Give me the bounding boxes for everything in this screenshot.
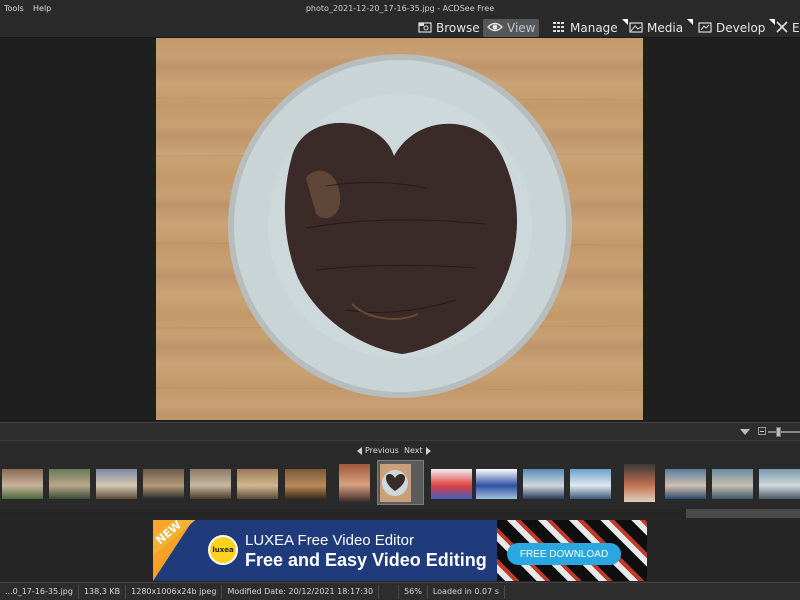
title-bar: Tools Help photo_2021-12-20_17-16-35.jpg… (0, 0, 800, 18)
zoom-slider-track[interactable] (768, 431, 800, 433)
filmstrip-thumbnail[interactable] (190, 469, 231, 499)
filmstrip-thumbnail[interactable] (624, 464, 655, 502)
window-title: photo_2021-12-20_17-16-35.jpg - ACDSee F… (305, 4, 495, 13)
status-spacer (379, 584, 400, 599)
status-dimensions: 1280x1006x24b jpeg (126, 584, 223, 599)
next-label: Next (404, 446, 423, 455)
free-download-button[interactable]: FREE DOWNLOAD (507, 543, 621, 565)
ad-zone: NEW luxea LUXEA Free Video Editor Free a… (0, 518, 800, 582)
status-bar: ...0_17-16-35.jpg 138,3 KB 1280x1006x24b… (0, 582, 800, 600)
image-viewer[interactable] (0, 38, 800, 422)
status-load-time: Loaded in 0.07 s (428, 584, 505, 599)
filmstrip-thumbnail[interactable] (523, 469, 564, 499)
mode-develop[interactable]: Develop (694, 19, 776, 37)
develop-icon (698, 21, 712, 36)
previous-label: Previous (365, 446, 399, 455)
grid-icon (552, 21, 566, 36)
status-modified-date: Modified Date: 20/12/2021 18:17:30 (222, 584, 380, 599)
previous-button[interactable]: Previous (357, 446, 399, 455)
filmstrip: Previous Next (0, 440, 800, 518)
luxea-logo: luxea (208, 535, 238, 565)
mode-edit-label: E (792, 21, 800, 35)
filmstrip-thumbnail[interactable] (380, 464, 411, 502)
filmstrip-thumbnail[interactable] (665, 469, 706, 499)
mode-browse[interactable]: Browse (414, 19, 484, 37)
filmstrip-thumbnail[interactable] (96, 469, 137, 499)
mode-edit[interactable]: E (772, 19, 800, 37)
mode-view-label: View (507, 21, 536, 35)
filmstrip-thumbnail[interactable] (431, 469, 472, 499)
mode-media[interactable]: Media (625, 19, 694, 37)
mode-toolbar: Browse View Manage Media Develop E (0, 18, 800, 38)
filmstrip-scrollbar-thumb[interactable] (686, 509, 800, 518)
mode-manage-label: Manage (570, 21, 618, 35)
filmstrip-scrollbar[interactable] (0, 509, 800, 518)
view-options-dropdown[interactable] (740, 429, 750, 435)
mode-view[interactable]: View (483, 19, 540, 37)
filmstrip-thumbnail[interactable] (143, 469, 184, 499)
mode-media-label: Media (647, 21, 684, 35)
filmstrip-thumbnail[interactable] (759, 469, 800, 499)
filmstrip-thumbnail[interactable] (237, 469, 278, 499)
edit-icon (776, 20, 788, 36)
status-filesize: 138,3 KB (79, 584, 127, 599)
zoom-out-button[interactable] (758, 427, 766, 435)
status-filename: ...0_17-16-35.jpg (0, 584, 79, 599)
mode-browse-label: Browse (436, 21, 480, 35)
filmstrip-thumbnail[interactable] (285, 469, 326, 499)
zoom-slider-thumb[interactable] (776, 427, 781, 437)
mode-develop-label: Develop (716, 21, 766, 35)
eye-icon (487, 21, 503, 36)
filmstrip-thumbnail[interactable] (570, 469, 611, 499)
ad-tagline: Free and Easy Video Editing (245, 550, 487, 570)
ad-headline: LUXEA Free Video Editor (245, 532, 414, 549)
filmstrip-thumbnail[interactable] (339, 464, 370, 502)
chevron-left-icon (357, 446, 362, 455)
mode-manage[interactable]: Manage (548, 19, 628, 37)
status-zoom[interactable]: 56% (399, 584, 428, 599)
view-controls (0, 422, 800, 440)
ad-banner[interactable]: NEW luxea LUXEA Free Video Editor Free a… (153, 520, 647, 581)
browse-icon (418, 21, 432, 36)
chevron-right-icon (425, 446, 431, 455)
heart-thumbnail-image (382, 470, 408, 496)
main-photo (156, 38, 643, 420)
filmstrip-thumbnail[interactable] (2, 469, 43, 499)
filmstrip-thumbnail[interactable] (49, 469, 90, 499)
filmstrip-thumbnail[interactable] (712, 469, 753, 499)
filmstrip-thumbnail[interactable] (476, 469, 517, 499)
next-button[interactable]: Next (404, 446, 431, 455)
media-dropdown-corner (687, 19, 694, 25)
media-icon (629, 21, 643, 36)
